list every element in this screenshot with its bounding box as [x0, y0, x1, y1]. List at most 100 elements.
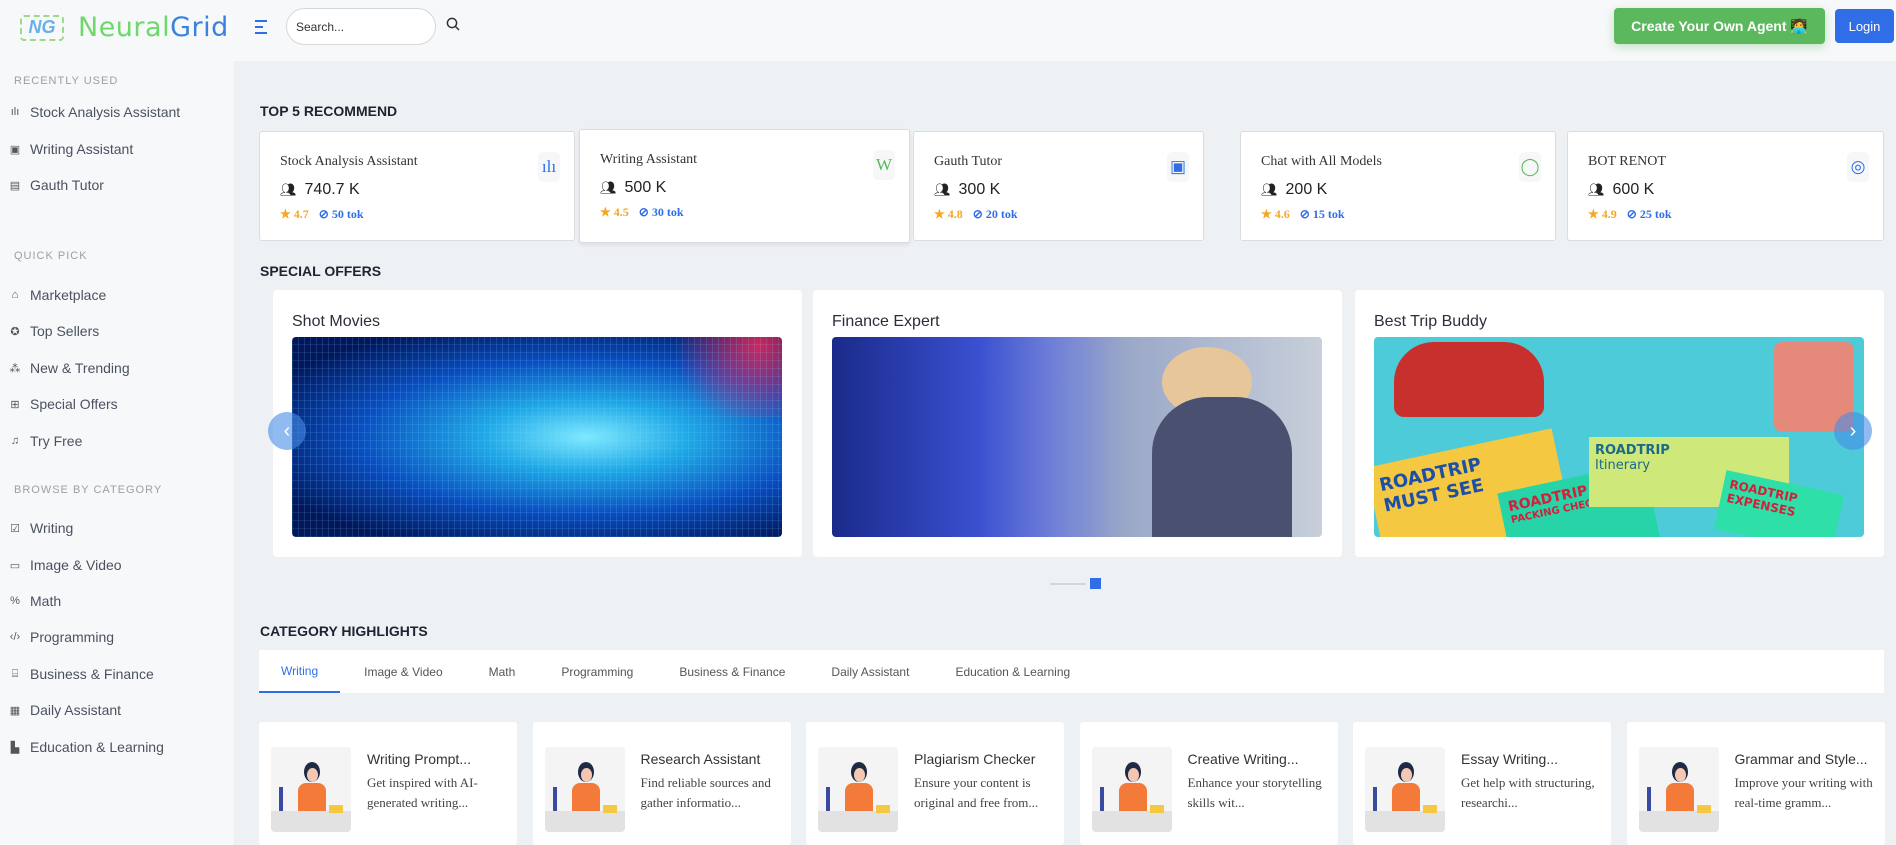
tab-business-finance[interactable]: Business & Finance	[657, 650, 807, 693]
word-doc-icon: W	[873, 150, 895, 180]
offer-image-finance	[832, 337, 1322, 537]
card-title: Chat with All Models	[1261, 154, 1382, 169]
rating: ★ 4.8	[934, 207, 963, 222]
sidebar-item-try-free[interactable]: ♫ Try Free	[9, 433, 83, 449]
search-icon[interactable]	[446, 17, 460, 31]
token-icon: ⊘	[972, 207, 983, 221]
user-count: 👥︎ 200 K	[1261, 181, 1327, 199]
tab-education-learning[interactable]: Education & Learning	[933, 650, 1092, 693]
calendar-icon: ▦	[9, 704, 21, 717]
users-icon: 👥︎	[280, 182, 297, 197]
carousel-dot-active[interactable]	[1090, 578, 1101, 589]
special-offers-heading: SPECIAL OFFERS	[260, 263, 382, 279]
bank-icon: ⌸	[11, 667, 19, 680]
sidebar-item-stock-analysis[interactable]: ılı Stock Analysis Assistant	[9, 104, 180, 120]
store-icon: ⌂	[11, 289, 19, 301]
card-title: Gauth Tutor	[934, 154, 1003, 169]
sidebar-item-label: Programming	[30, 629, 115, 645]
rating-value: 4.6	[1274, 207, 1290, 221]
offer-card-shot-movies[interactable]: Shot Movies	[273, 290, 802, 557]
category-card[interactable]: Creative Writing... Enhance your storyte…	[1079, 722, 1338, 845]
sidebar-item-top-sellers[interactable]: ✪ Top Sellers	[9, 323, 99, 339]
sidebar-item-education-learning[interactable]: ▙ Education & Learning	[9, 739, 164, 755]
writer-illustration	[1091, 747, 1172, 832]
recommend-card[interactable]: Writing Assistant 👥︎ 500 K ★ 4.5 ⊘ 30 tok …	[579, 129, 910, 243]
recommend-card[interactable]: Chat with All Models 👥︎ 200 K ★ 4.6 ⊘ 15 t…	[1240, 131, 1556, 241]
carousel-dot[interactable]	[1050, 582, 1086, 585]
writer-illustration	[544, 747, 625, 832]
recommend-card[interactable]: BOT RENOT 👥︎ 600 K ★ 4.9 ⊘ 25 tok ◎	[1567, 131, 1884, 241]
recommend-card[interactable]: Stock Analysis Assistant 👥︎ 740.7 K ★ 4.7…	[259, 131, 575, 241]
sidebar-item-label: Math	[30, 593, 62, 609]
sidebar-item-label: Writing	[30, 520, 74, 536]
monitor-icon: ▭	[9, 559, 21, 572]
sidebar-item-new-trending[interactable]: ⁂ New & Trending	[9, 360, 130, 376]
category-card[interactable]: Plagiarism Checker Ensure your content i…	[806, 722, 1064, 845]
category-card[interactable]: Grammar and Style... Improve your writin…	[1626, 722, 1885, 845]
news-icon: ▣	[1167, 152, 1189, 182]
token-cost: ⊘ 15 tok	[1300, 207, 1345, 222]
tab-writing[interactable]: Writing	[259, 650, 341, 693]
menu-toggle-icon[interactable]	[255, 20, 269, 34]
sidebar-item-programming[interactable]: ‹/› Programming	[9, 629, 114, 645]
logo[interactable]: NG NeuralGrid	[20, 12, 229, 43]
category-card[interactable]: Writing Prompt... Get inspired with AI-g…	[259, 722, 517, 845]
sidebar-item-marketplace[interactable]: ⌂ Marketplace	[9, 287, 107, 303]
recommend-card[interactable]: Gauth Tutor 👥︎ 300 K ★ 4.8 ⊘ 20 tok ▣	[913, 131, 1204, 241]
token-icon: ⊘	[638, 205, 649, 219]
edit-icon: ☑	[10, 522, 20, 535]
carousel-prev-button[interactable]: ‹	[268, 412, 306, 450]
offer-image-roadtrip: ROADTRIP MUST SEE ROADTRIP PACKING CHECKLI…	[1374, 337, 1864, 537]
robot-icon: ◎	[1847, 152, 1869, 182]
sidebar-item-writing-assistant[interactable]: ▣ Writing Assistant	[9, 141, 133, 157]
logo-text-neural: Neural	[78, 12, 171, 43]
category-card[interactable]: Research Assistant Find reliable sources…	[532, 722, 791, 845]
tab-image-video[interactable]: Image & Video	[342, 650, 465, 693]
sidebar-item-gauth-tutor[interactable]: ▤ Gauth Tutor	[9, 177, 104, 193]
star-icon: ★	[600, 205, 611, 219]
token-value: 30 tok	[651, 205, 684, 219]
offer-title: Shot Movies	[292, 313, 381, 330]
sidebar-item-label: Gauth Tutor	[30, 177, 104, 193]
bar-chart-icon: ılı	[538, 152, 560, 182]
token-value: 50 tok	[331, 207, 364, 221]
sidebar-item-image-video[interactable]: ▭ Image & Video	[9, 557, 122, 573]
search-input[interactable]: Search...	[286, 8, 436, 45]
card-title: Creative Writing...	[1187, 751, 1299, 767]
book-icon: ▙	[10, 741, 20, 754]
tab-programming[interactable]: Programming	[539, 650, 655, 693]
writer-illustration	[271, 747, 351, 832]
writer-illustration	[818, 747, 898, 832]
carousel-next-button[interactable]: ›	[1834, 412, 1872, 450]
sidebar-item-special-offers[interactable]: ⊞ Special Offers	[9, 396, 117, 412]
sidebar-item-label: New & Trending	[30, 360, 130, 376]
word-doc-icon: ▣	[9, 143, 21, 156]
tab-daily-assistant[interactable]: Daily Assistant	[809, 650, 931, 693]
sidebar-item-daily-assistant[interactable]: ▦ Daily Assistant	[9, 702, 121, 718]
sidebar-item-math[interactable]: % Math	[9, 593, 61, 609]
star-icon: ★	[1261, 207, 1272, 221]
category-highlights-heading: CATEGORY HIGHLIGHTS	[260, 623, 428, 639]
sidebar-item-label: Top Sellers	[30, 323, 100, 339]
user-count-value: 740.7 K	[304, 181, 360, 198]
card-title: Essay Writing...	[1461, 751, 1558, 767]
star-icon: ★	[1588, 207, 1599, 221]
category-card[interactable]: Essay Writing... Get help with structuri…	[1353, 722, 1611, 845]
sidebar-item-business-finance[interactable]: ⌸ Business & Finance	[9, 666, 154, 682]
login-button[interactable]: Login	[1835, 9, 1894, 43]
tab-math[interactable]: Math	[467, 650, 538, 693]
sidebar-item-writing[interactable]: ☑ Writing	[9, 520, 73, 536]
sidebar-item-label: Daily Assistant	[30, 702, 122, 718]
card-description: Improve your writing with real-time gram…	[1734, 775, 1873, 810]
code-icon: ‹/›	[9, 631, 21, 643]
create-agent-button[interactable]: Create Your Own Agent 🧑‍💻	[1614, 8, 1825, 44]
offer-card-best-trip-buddy[interactable]: Best Trip Buddy ROADTRIP MUST SEE ROADTRI…	[1355, 290, 1884, 557]
user-count-value: 600 K	[1612, 181, 1655, 198]
users-icon: 👥︎	[600, 180, 617, 195]
user-count: 👥︎ 600 K	[1588, 181, 1654, 199]
users-icon: 👥︎	[1261, 182, 1278, 197]
rating: ★ 4.7	[280, 207, 309, 222]
offer-image-ai-face	[292, 337, 782, 537]
offer-card-finance-expert[interactable]: Finance Expert	[813, 290, 1342, 557]
offer-title: Best Trip Buddy	[1374, 313, 1487, 330]
